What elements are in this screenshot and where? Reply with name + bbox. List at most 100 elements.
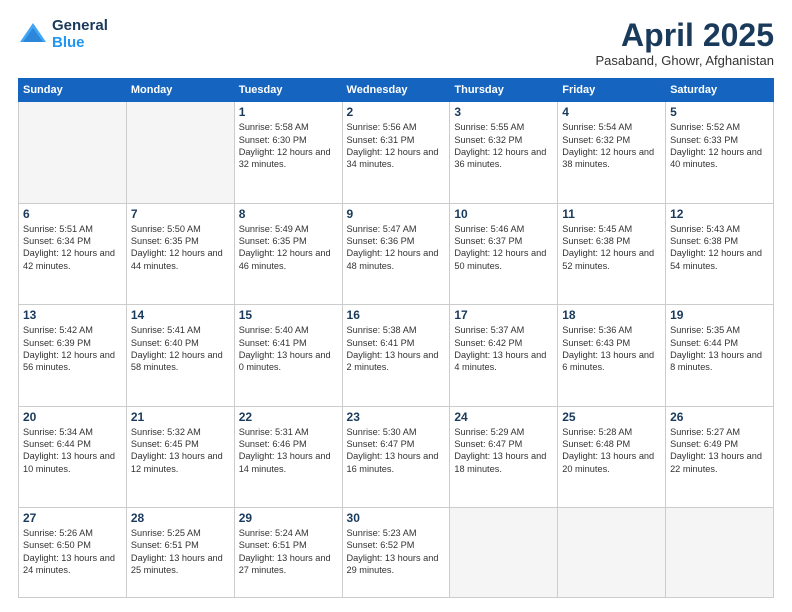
title-block: April 2025 Pasaband, Ghowr, Afghanistan (595, 18, 774, 68)
logo-blue: Blue (52, 35, 108, 52)
logo-text: General Blue (52, 18, 108, 51)
cell-details: Sunrise: 5:41 AMSunset: 6:40 PMDaylight:… (131, 324, 230, 374)
calendar-cell: 21 Sunrise: 5:32 AMSunset: 6:45 PMDayligh… (126, 406, 234, 507)
cell-details: Sunrise: 5:23 AMSunset: 6:52 PMDaylight:… (347, 527, 446, 577)
calendar-cell: 8 Sunrise: 5:49 AMSunset: 6:35 PMDaylight… (234, 203, 342, 304)
location: Pasaband, Ghowr, Afghanistan (595, 53, 774, 68)
page: General Blue April 2025 Pasaband, Ghowr,… (0, 0, 792, 612)
calendar-cell (450, 508, 558, 598)
cell-details: Sunrise: 5:26 AMSunset: 6:50 PMDaylight:… (23, 527, 122, 577)
calendar-cell: 1Sunrise: 5:58 AMSunset: 6:30 PMDaylight… (234, 102, 342, 203)
cell-details: Sunrise: 5:35 AMSunset: 6:44 PMDaylight:… (670, 324, 769, 374)
calendar-cell: 24Sunrise: 5:29 AMSunset: 6:47 PMDayligh… (450, 406, 558, 507)
calendar-cell: 27 Sunrise: 5:26 AMSunset: 6:50 PMDayligh… (19, 508, 127, 598)
day-number: 8 (239, 207, 338, 221)
day-number: 7 (131, 207, 230, 221)
cell-details: Sunrise: 5:43 AMSunset: 6:38 PMDaylight:… (670, 223, 769, 273)
cell-details: Sunrise: 5:56 AMSunset: 6:31 PMDaylight:… (347, 121, 446, 171)
calendar-week-row: 20Sunrise: 5:34 AMSunset: 6:44 PMDayligh… (19, 406, 774, 507)
logo: General Blue (18, 18, 108, 51)
cell-details: Sunrise: 5:28 AMSunset: 6:48 PMDaylight:… (562, 426, 661, 476)
calendar-cell: 12 Sunrise: 5:43 AMSunset: 6:38 PMDayligh… (666, 203, 774, 304)
cell-details: Sunrise: 5:52 AMSunset: 6:33 PMDaylight:… (670, 121, 769, 171)
day-number: 5 (670, 105, 769, 119)
cell-details: Sunrise: 5:24 AMSunset: 6:51 PMDaylight:… (239, 527, 338, 577)
cell-details: Sunrise: 5:40 AMSunset: 6:41 PMDaylight:… (239, 324, 338, 374)
day-number: 13 (23, 308, 122, 322)
cell-details: Sunrise: 5:34 AMSunset: 6:44 PMDaylight:… (23, 426, 122, 476)
calendar-cell: 29 Sunrise: 5:24 AMSunset: 6:51 PMDayligh… (234, 508, 342, 598)
day-number: 19 (670, 308, 769, 322)
calendar-cell: 18 Sunrise: 5:36 AMSunset: 6:43 PMDayligh… (558, 305, 666, 406)
calendar-header-thursday: Thursday (450, 79, 558, 102)
calendar-cell: 23 Sunrise: 5:30 AMSunset: 6:47 PMDayligh… (342, 406, 450, 507)
day-number: 29 (239, 511, 338, 525)
day-number: 14 (131, 308, 230, 322)
cell-details: Sunrise: 5:30 AMSunset: 6:47 PMDaylight:… (347, 426, 446, 476)
calendar-cell: 7 Sunrise: 5:50 AMSunset: 6:35 PMDaylight… (126, 203, 234, 304)
day-number: 23 (347, 410, 446, 424)
cell-details: Sunrise: 5:54 AMSunset: 6:32 PMDaylight:… (562, 121, 661, 171)
day-number: 11 (562, 207, 661, 221)
cell-details: Sunrise: 5:47 AMSunset: 6:36 PMDaylight:… (347, 223, 446, 273)
cell-details: Sunrise: 5:37 AMSunset: 6:42 PMDaylight:… (454, 324, 553, 374)
calendar-cell: 20Sunrise: 5:34 AMSunset: 6:44 PMDayligh… (19, 406, 127, 507)
calendar-cell: 4 Sunrise: 5:54 AMSunset: 6:32 PMDaylight… (558, 102, 666, 203)
day-number: 18 (562, 308, 661, 322)
day-number: 15 (239, 308, 338, 322)
calendar-cell: 2Sunrise: 5:56 AMSunset: 6:31 PMDaylight… (342, 102, 450, 203)
calendar-header-row: SundayMondayTuesdayWednesdayThursdayFrid… (19, 79, 774, 102)
day-number: 28 (131, 511, 230, 525)
cell-details: Sunrise: 5:25 AMSunset: 6:51 PMDaylight:… (131, 527, 230, 577)
cell-details: Sunrise: 5:31 AMSunset: 6:46 PMDaylight:… (239, 426, 338, 476)
calendar-cell: 10Sunrise: 5:46 AMSunset: 6:37 PMDayligh… (450, 203, 558, 304)
calendar-table: SundayMondayTuesdayWednesdayThursdayFrid… (18, 78, 774, 598)
calendar-cell: 6Sunrise: 5:51 AMSunset: 6:34 PMDaylight… (19, 203, 127, 304)
cell-details: Sunrise: 5:55 AMSunset: 6:32 PMDaylight:… (454, 121, 553, 171)
day-number: 16 (347, 308, 446, 322)
day-number: 21 (131, 410, 230, 424)
calendar-week-row: 27 Sunrise: 5:26 AMSunset: 6:50 PMDayligh… (19, 508, 774, 598)
calendar-header-tuesday: Tuesday (234, 79, 342, 102)
calendar-week-row: 6Sunrise: 5:51 AMSunset: 6:34 PMDaylight… (19, 203, 774, 304)
day-number: 4 (562, 105, 661, 119)
header: General Blue April 2025 Pasaband, Ghowr,… (18, 18, 774, 68)
calendar-cell: 5 Sunrise: 5:52 AMSunset: 6:33 PMDaylight… (666, 102, 774, 203)
calendar-header-wednesday: Wednesday (342, 79, 450, 102)
cell-details: Sunrise: 5:36 AMSunset: 6:43 PMDaylight:… (562, 324, 661, 374)
calendar-header-monday: Monday (126, 79, 234, 102)
cell-details: Sunrise: 5:32 AMSunset: 6:45 PMDaylight:… (131, 426, 230, 476)
calendar-cell: 17Sunrise: 5:37 AMSunset: 6:42 PMDayligh… (450, 305, 558, 406)
calendar-cell: 28 Sunrise: 5:25 AMSunset: 6:51 PMDayligh… (126, 508, 234, 598)
calendar-week-row: 1Sunrise: 5:58 AMSunset: 6:30 PMDaylight… (19, 102, 774, 203)
cell-details: Sunrise: 5:58 AMSunset: 6:30 PMDaylight:… (239, 121, 338, 171)
calendar-cell: 13 Sunrise: 5:42 AMSunset: 6:39 PMDayligh… (19, 305, 127, 406)
calendar-cell (666, 508, 774, 598)
day-number: 25 (562, 410, 661, 424)
calendar-cell: 19 Sunrise: 5:35 AMSunset: 6:44 PMDayligh… (666, 305, 774, 406)
day-number: 26 (670, 410, 769, 424)
calendar-cell: 30Sunrise: 5:23 AMSunset: 6:52 PMDayligh… (342, 508, 450, 598)
calendar-cell: 14 Sunrise: 5:41 AMSunset: 6:40 PMDayligh… (126, 305, 234, 406)
cell-details: Sunrise: 5:49 AMSunset: 6:35 PMDaylight:… (239, 223, 338, 273)
cell-details: Sunrise: 5:50 AMSunset: 6:35 PMDaylight:… (131, 223, 230, 273)
month-title: April 2025 (595, 18, 774, 53)
logo-icon (18, 20, 48, 50)
cell-details: Sunrise: 5:46 AMSunset: 6:37 PMDaylight:… (454, 223, 553, 273)
cell-details: Sunrise: 5:27 AMSunset: 6:49 PMDaylight:… (670, 426, 769, 476)
cell-details: Sunrise: 5:38 AMSunset: 6:41 PMDaylight:… (347, 324, 446, 374)
logo-general: General (52, 18, 108, 35)
calendar-cell: 15 Sunrise: 5:40 AMSunset: 6:41 PMDayligh… (234, 305, 342, 406)
cell-details: Sunrise: 5:45 AMSunset: 6:38 PMDaylight:… (562, 223, 661, 273)
cell-details: Sunrise: 5:29 AMSunset: 6:47 PMDaylight:… (454, 426, 553, 476)
day-number: 27 (23, 511, 122, 525)
calendar-header-sunday: Sunday (19, 79, 127, 102)
cell-details: Sunrise: 5:42 AMSunset: 6:39 PMDaylight:… (23, 324, 122, 374)
calendar-cell (19, 102, 127, 203)
cell-details: Sunrise: 5:51 AMSunset: 6:34 PMDaylight:… (23, 223, 122, 273)
calendar-cell: 9Sunrise: 5:47 AMSunset: 6:36 PMDaylight… (342, 203, 450, 304)
day-number: 12 (670, 207, 769, 221)
calendar-cell (558, 508, 666, 598)
calendar-cell: 22Sunrise: 5:31 AMSunset: 6:46 PMDayligh… (234, 406, 342, 507)
calendar-cell: 26 Sunrise: 5:27 AMSunset: 6:49 PMDayligh… (666, 406, 774, 507)
